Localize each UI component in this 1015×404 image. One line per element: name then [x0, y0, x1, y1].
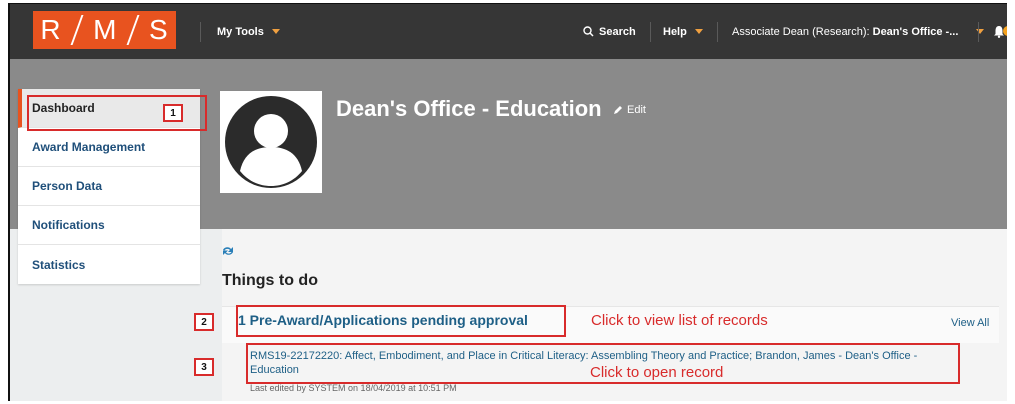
edit-button[interactable]: Edit	[613, 104, 646, 116]
view-all-link[interactable]: View All	[951, 317, 989, 329]
annotation-number-1: 1	[163, 104, 183, 122]
things-to-do-heading: Things to do	[222, 272, 318, 289]
user-avatar-icon	[225, 96, 317, 188]
annotation-box-pending	[236, 305, 566, 337]
search-button[interactable]: Search	[583, 4, 636, 59]
record-last-edited: Last edited by SYSTEM on 18/04/2019 at 1…	[250, 383, 457, 393]
role-label: Associate Dean (Research):	[732, 25, 870, 38]
sidebar-item-award-management[interactable]: Award Management	[18, 128, 200, 167]
sidebar-item-notifications[interactable]: Notifications	[18, 206, 200, 245]
search-icon	[583, 26, 594, 37]
role-value: Dean's Office -...	[872, 25, 959, 38]
refresh-button[interactable]	[221, 244, 235, 260]
search-label: Search	[599, 25, 636, 38]
pencil-icon	[614, 106, 622, 114]
role-selector[interactable]: Associate Dean (Research): Dean's Office…	[732, 4, 985, 59]
annotation-number-2: 2	[194, 313, 214, 331]
notification-badge	[1003, 26, 1007, 36]
logo-letter-r: R	[40, 14, 62, 45]
page-title: Dean's Office - Education	[336, 96, 602, 121]
help-label: Help	[663, 25, 687, 38]
help-menu[interactable]: Help	[663, 4, 703, 59]
annotation-number-3: 3	[194, 358, 214, 376]
edit-label: Edit	[627, 104, 646, 116]
my-tools-menu[interactable]: My Tools	[217, 4, 280, 59]
top-navigation-bar: R M S My Tools Search Help Associate Dea…	[10, 4, 1007, 59]
logo-letter-m: M	[93, 14, 118, 45]
annotation-note-view-list: Click to view list of records	[591, 312, 768, 329]
refresh-icon	[223, 247, 233, 255]
avatar	[220, 91, 322, 193]
my-tools-label: My Tools	[217, 25, 264, 38]
chevron-down-icon	[694, 29, 703, 34]
chevron-down-icon	[271, 29, 280, 34]
logo-letter-s: S	[148, 14, 169, 45]
sidebar-item-statistics[interactable]: Statistics	[18, 245, 200, 284]
rms-logo[interactable]: R M S	[33, 11, 176, 49]
sidebar-item-person-data[interactable]: Person Data	[18, 167, 200, 206]
annotation-note-open-record: Click to open record	[590, 364, 724, 381]
